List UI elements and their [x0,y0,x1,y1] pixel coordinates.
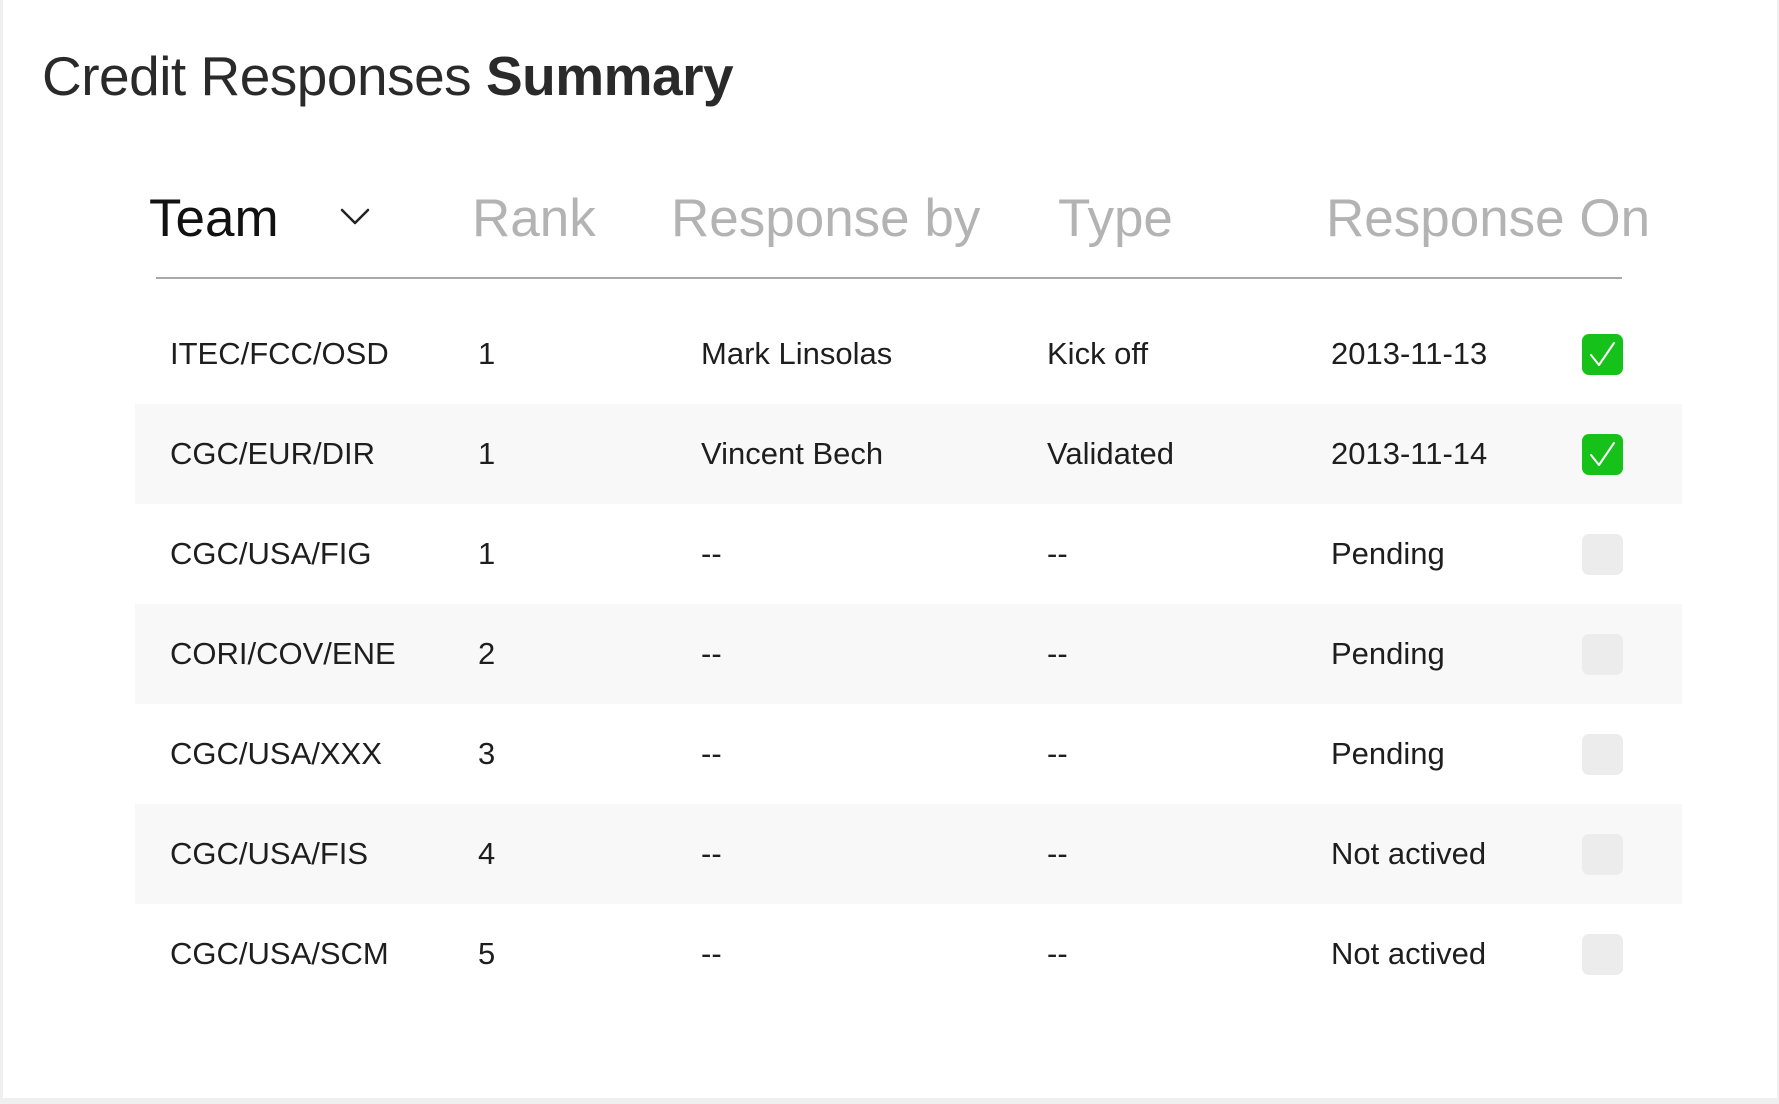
cell-response-on: 2013-11-13 [1331,336,1488,371]
column-header-team: Team [149,189,279,248]
table-row[interactable]: ITEC/FCC/OSD 1 Mark Linsolas Kick off 2013-1… [135,304,1682,404]
cell-response-by: -- [701,936,722,971]
row-checkbox[interactable] [1582,334,1623,375]
cell-response-by: -- [701,736,722,771]
column-header-response-by[interactable]: Response by [671,188,980,249]
page-title-bold: Summary [485,45,734,107]
cell-response-on: Pending [1331,536,1445,571]
column-header-type[interactable]: Type [1058,188,1173,249]
column-header-rank[interactable]: Rank [472,188,596,249]
cell-rank: 5 [478,936,496,971]
row-checkbox[interactable] [1582,534,1623,575]
cell-response-on: Pending [1331,636,1445,671]
cell-rank: 2 [478,636,496,671]
cell-rank: 3 [478,736,496,771]
chevron-down-icon [340,208,370,225]
cell-type: Kick off [1047,336,1149,371]
header-divider [156,277,1622,279]
cell-response-on: Pending [1331,736,1445,771]
cell-response-on: Not actived [1331,936,1487,971]
row-checkbox[interactable] [1582,834,1623,875]
row-checkbox[interactable] [1582,734,1623,775]
row-checkbox[interactable] [1582,434,1623,475]
cell-response-by: -- [701,836,722,871]
cell-response-by: Mark Linsolas [701,336,893,371]
cell-rank: 1 [478,436,496,471]
table-row[interactable]: CGC/USA/XXX 3 -- -- Pending [135,704,1682,804]
table-row[interactable]: CORI/COV/ENE 2 -- -- Pending [135,604,1682,704]
table-row[interactable]: CGC/EUR/DIR 1 Vincent Bech Validated 2013-11… [135,404,1682,504]
checkmark-icon [1590,442,1615,466]
cell-rank: 4 [478,836,496,871]
cell-type: Validated [1047,436,1174,471]
cell-rank: 1 [478,536,496,571]
cell-response-by: Vincent Bech [701,436,884,471]
cell-type: -- [1047,636,1068,671]
cell-rank: 1 [478,336,496,371]
summary-panel: Credit Responses Summary Team Rank Respo… [3,0,1777,1098]
cell-response-by: -- [701,536,722,571]
cell-type: -- [1047,536,1068,571]
cell-type: -- [1047,736,1068,771]
page-title: Credit Responses Summary [42,44,734,108]
table-header: Team Rank Response by Type Response On [3,180,1777,280]
cell-response-on: 2013-11-14 [1331,436,1488,471]
column-header-response-on[interactable]: Response On [1326,188,1650,249]
checkmark-icon [1590,342,1615,366]
cell-type: -- [1047,836,1068,871]
cell-team: ITEC/FCC/OSD [170,336,389,371]
cell-team: CORI/COV/ENE [170,636,396,671]
table-row[interactable]: CGC/USA/FIS 4 -- -- Not actived [135,804,1682,904]
cell-response-by: -- [701,636,722,671]
cell-team: CGC/USA/SCM [170,936,389,971]
cell-team: CGC/USA/XXX [170,736,382,771]
page-title-light: Credit Responses [42,45,472,107]
cell-type: -- [1047,936,1068,971]
row-checkbox[interactable] [1582,634,1623,675]
cell-response-on: Not actived [1331,836,1487,871]
row-checkbox[interactable] [1582,934,1623,975]
table-row[interactable]: CGC/USA/SCM 5 -- -- Not actived [135,904,1682,1004]
team-sort-button[interactable]: Team [149,180,384,260]
cell-team: CGC/USA/FIG [170,536,372,571]
table-row[interactable]: CGC/USA/FIG 1 -- -- Pending [135,504,1682,604]
cell-team: CGC/EUR/DIR [170,436,375,471]
cell-team: CGC/USA/FIS [170,836,369,871]
